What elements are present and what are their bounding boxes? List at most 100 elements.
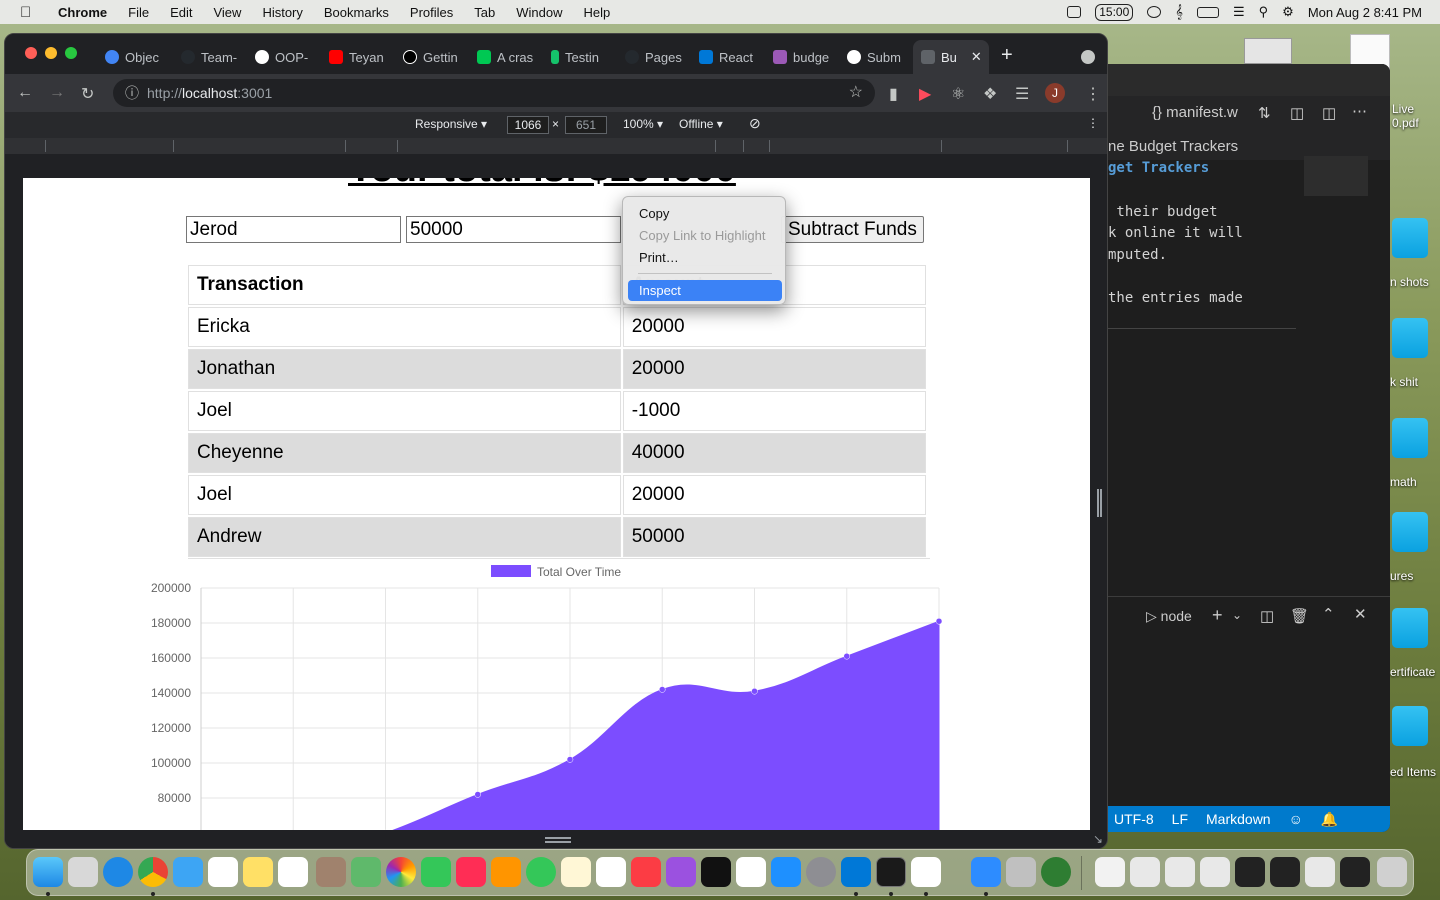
menu-file[interactable]: File: [128, 5, 149, 20]
folder-icon[interactable]: [1392, 706, 1428, 746]
tab-crash[interactable]: A cras: [477, 44, 537, 70]
tab-team[interactable]: Team-: [181, 44, 241, 70]
control-center-icon[interactable]: ⚙: [1282, 4, 1294, 20]
folder-icon[interactable]: [1392, 608, 1428, 648]
viewport-resize-grip[interactable]: ↘: [5, 830, 1107, 848]
kebab-menu-icon[interactable]: ⋮: [1085, 84, 1101, 104]
calendar-icon[interactable]: [208, 857, 238, 887]
desktop-label-ures[interactable]: ures: [1390, 569, 1413, 583]
desktop-label-shit[interactable]: k shit: [1390, 375, 1418, 389]
trash-icon[interactable]: 🗑: [1290, 607, 1309, 625]
finder-icon[interactable]: [33, 857, 63, 887]
desktop-thumbnail[interactable]: [1244, 38, 1292, 64]
slack-icon[interactable]: [911, 857, 941, 887]
split-terminal-icon[interactable]: ◫: [1260, 607, 1274, 625]
subtract-funds-button[interactable]: Subtract Funds: [781, 216, 924, 243]
document-icon[interactable]: [1095, 857, 1125, 887]
tv-icon[interactable]: [701, 857, 731, 887]
new-tab-button[interactable]: +: [1001, 44, 1013, 67]
launchpad-icon[interactable]: [68, 857, 98, 887]
search-icon[interactable]: ⚲: [1259, 4, 1269, 20]
messages-icon[interactable]: [526, 857, 556, 887]
play-icon[interactable]: [1147, 6, 1162, 18]
tab-getting[interactable]: Gettin: [403, 44, 463, 70]
recent-window-thumbnail[interactable]: [1270, 857, 1300, 887]
recent-window-thumbnail[interactable]: [1200, 857, 1230, 887]
menu-help[interactable]: Help: [584, 5, 611, 20]
menu-history[interactable]: History: [262, 5, 302, 20]
folder-icon[interactable]: [1392, 218, 1428, 258]
folder-icon[interactable]: [1392, 318, 1428, 358]
tab-teyan[interactable]: Teyan: [329, 44, 389, 70]
zoom-window-button[interactable]: [65, 47, 77, 59]
tab-objects[interactable]: Objec: [105, 44, 165, 70]
side-resize-grip[interactable]: [1097, 489, 1102, 517]
status-eol[interactable]: LF: [1172, 811, 1188, 827]
facetime-icon[interactable]: [421, 857, 451, 887]
info-icon[interactable]: ⓘ: [125, 79, 139, 107]
tab-budget[interactable]: budge: [773, 44, 833, 70]
vscode-icon[interactable]: [841, 857, 871, 887]
context-copy[interactable]: Copy: [628, 203, 782, 224]
feedback-icon[interactable]: ☺: [1289, 811, 1303, 827]
tuning-fork-icon[interactable]: 𝄞: [1175, 4, 1183, 20]
books-icon[interactable]: [491, 857, 521, 887]
back-icon[interactable]: ←: [17, 84, 33, 102]
forward-icon[interactable]: →: [49, 84, 65, 102]
menu-window[interactable]: Window: [516, 5, 562, 20]
desktop-label-certificate[interactable]: ertificate: [1390, 665, 1435, 679]
zoom-icon[interactable]: [971, 857, 1001, 887]
corner-resize-icon[interactable]: ↘: [1093, 832, 1103, 846]
numbers-icon[interactable]: [596, 857, 626, 887]
react-devtools-icon[interactable]: ⚛: [951, 84, 965, 104]
timer-display[interactable]: 15:00: [1095, 3, 1134, 21]
chevron-down-icon[interactable]: ⌄: [1232, 608, 1242, 622]
compare-icon[interactable]: ⇅: [1258, 104, 1271, 122]
folder-icon[interactable]: [1392, 512, 1428, 552]
media-queue-icon[interactable]: ☰: [1015, 84, 1029, 104]
clock-datetime[interactable]: Mon Aug 2 8:41 PM: [1308, 5, 1422, 20]
address-bar[interactable]: ⓘ http://localhost:3001 ☆: [113, 79, 875, 107]
extension-icon[interactable]: ▮: [889, 84, 898, 104]
photos-icon[interactable]: [386, 857, 416, 887]
minimize-window-button[interactable]: [45, 47, 57, 59]
menu-profiles[interactable]: Profiles: [410, 5, 453, 20]
split-editor-icon[interactable]: ◫: [1322, 104, 1336, 122]
github-desktop-icon[interactable]: [1041, 857, 1071, 887]
status-language[interactable]: Markdown: [1206, 811, 1271, 827]
viewport-height-input[interactable]: 651: [565, 116, 607, 134]
grip-handle[interactable]: [545, 837, 571, 843]
desktop-label-items[interactable]: ed Items: [1390, 765, 1436, 779]
new-terminal-icon[interactable]: +: [1212, 605, 1223, 626]
apple-icon[interactable]: : [20, 4, 36, 21]
maximize-panel-icon[interactable]: ⌃: [1322, 605, 1335, 623]
status-encoding[interactable]: UTF-8: [1114, 811, 1154, 827]
menu-edit[interactable]: Edit: [170, 5, 192, 20]
context-print[interactable]: Print…: [628, 247, 782, 268]
terminal-icon[interactable]: [876, 857, 906, 887]
screencast-icon[interactable]: ▶: [919, 84, 931, 104]
menu-app-name[interactable]: Chrome: [58, 5, 107, 20]
desktop-label-shots[interactable]: n shots: [1390, 275, 1429, 289]
reminders-icon[interactable]: [278, 857, 308, 887]
recent-window-thumbnail[interactable]: [1165, 857, 1195, 887]
recent-window-thumbnail[interactable]: [1235, 857, 1265, 887]
menu-bookmarks[interactable]: Bookmarks: [324, 5, 389, 20]
keynote-icon[interactable]: [736, 857, 766, 887]
close-tab-icon[interactable]: ✕: [971, 49, 982, 65]
context-inspect[interactable]: Inspect: [628, 280, 782, 301]
vscode-tab-manifest[interactable]: {} manifest.w: [1152, 104, 1238, 121]
recent-window-thumbnail[interactable]: [1340, 857, 1370, 887]
bookmark-star-icon[interactable]: ☆: [849, 79, 863, 107]
device-more-icon[interactable]: ⋮: [1087, 116, 1099, 130]
trash-icon[interactable]: [1377, 857, 1407, 887]
contacts-icon[interactable]: [316, 857, 346, 887]
desktop-label-pdf[interactable]: Live 0.pdf: [1392, 102, 1419, 130]
tab-budget-active[interactable]: Bu ✕: [913, 40, 989, 74]
tab-react[interactable]: React: [699, 44, 759, 70]
app-store-icon[interactable]: [771, 857, 801, 887]
recent-window-thumbnail[interactable]: [1305, 857, 1335, 887]
tab-oop[interactable]: OOP-: [255, 44, 315, 70]
menu-view[interactable]: View: [213, 5, 241, 20]
menu-tab[interactable]: Tab: [474, 5, 495, 20]
